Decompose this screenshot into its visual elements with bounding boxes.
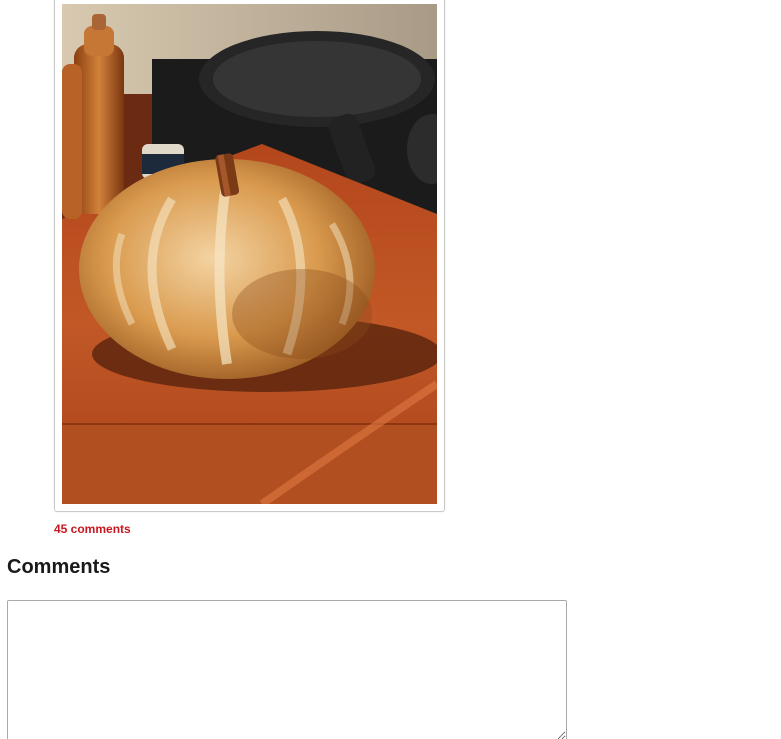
post-image-card bbox=[54, 0, 445, 512]
comment-input[interactable] bbox=[7, 600, 567, 739]
comments-count-link[interactable]: 45 comments bbox=[54, 522, 131, 536]
comments-heading: Comments bbox=[7, 556, 111, 578]
page: 45 comments Comments bbox=[0, 0, 781, 739]
post-photo[interactable] bbox=[62, 4, 437, 504]
